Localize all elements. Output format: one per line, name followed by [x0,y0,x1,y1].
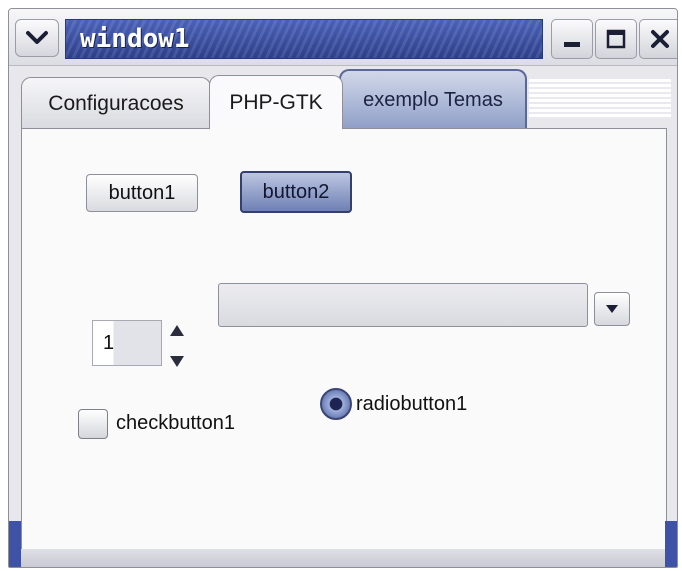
spin-button-entry[interactable]: 1 [92,320,162,366]
tab-strip-background [529,79,671,119]
minimize-icon [564,42,580,47]
checkbutton1-label[interactable]: checkbutton1 [116,412,235,435]
tab-content-panel: button1 button2 1 checkbutton1 radiobutt… [21,128,667,560]
chevron-down-icon [26,31,48,44]
tab-exemplo-temas[interactable]: exemplo Temas [339,69,527,129]
combo-box[interactable] [218,283,588,327]
button1[interactable]: button1 [86,174,198,212]
window-bottom-frame [9,549,677,567]
spin-down-icon[interactable] [169,354,185,368]
tab-label: Configuracoes [48,91,184,115]
gtk-window: window1 Configuracoes PHP-GTK exemplo Te… [8,8,678,568]
tab-label: exemplo Temas [363,88,503,111]
button2[interactable]: button2 [240,171,352,213]
spin-arrows [166,324,188,368]
tab-configuracoes[interactable]: Configuracoes [21,77,211,129]
title-bar: window1 [9,9,677,66]
radiobutton1-label[interactable]: radiobutton1 [356,393,467,416]
close-icon [651,30,669,48]
notebook-tabs: Configuracoes PHP-GTK exemplo Temas [9,65,677,129]
frame-corner-right [665,521,677,567]
tab-php-gtk[interactable]: PHP-GTK [209,75,343,129]
triangle-down-icon [606,305,618,313]
window-menu-button[interactable] [15,19,59,57]
spin-up-icon[interactable] [169,324,185,338]
spin-value: 1 [103,331,115,354]
radiobutton1-indicator[interactable] [320,388,352,420]
close-button[interactable] [639,19,677,59]
maximize-icon [606,29,626,49]
maximize-button[interactable] [595,19,637,59]
frame-corner-left [9,521,21,567]
tab-label: PHP-GTK [229,90,323,114]
window-title: window1 [80,24,190,54]
title-area[interactable]: window1 [65,19,543,59]
combo-dropdown-button[interactable] [594,292,630,326]
checkbutton1-box[interactable] [78,409,108,439]
minimize-button[interactable] [551,19,593,59]
